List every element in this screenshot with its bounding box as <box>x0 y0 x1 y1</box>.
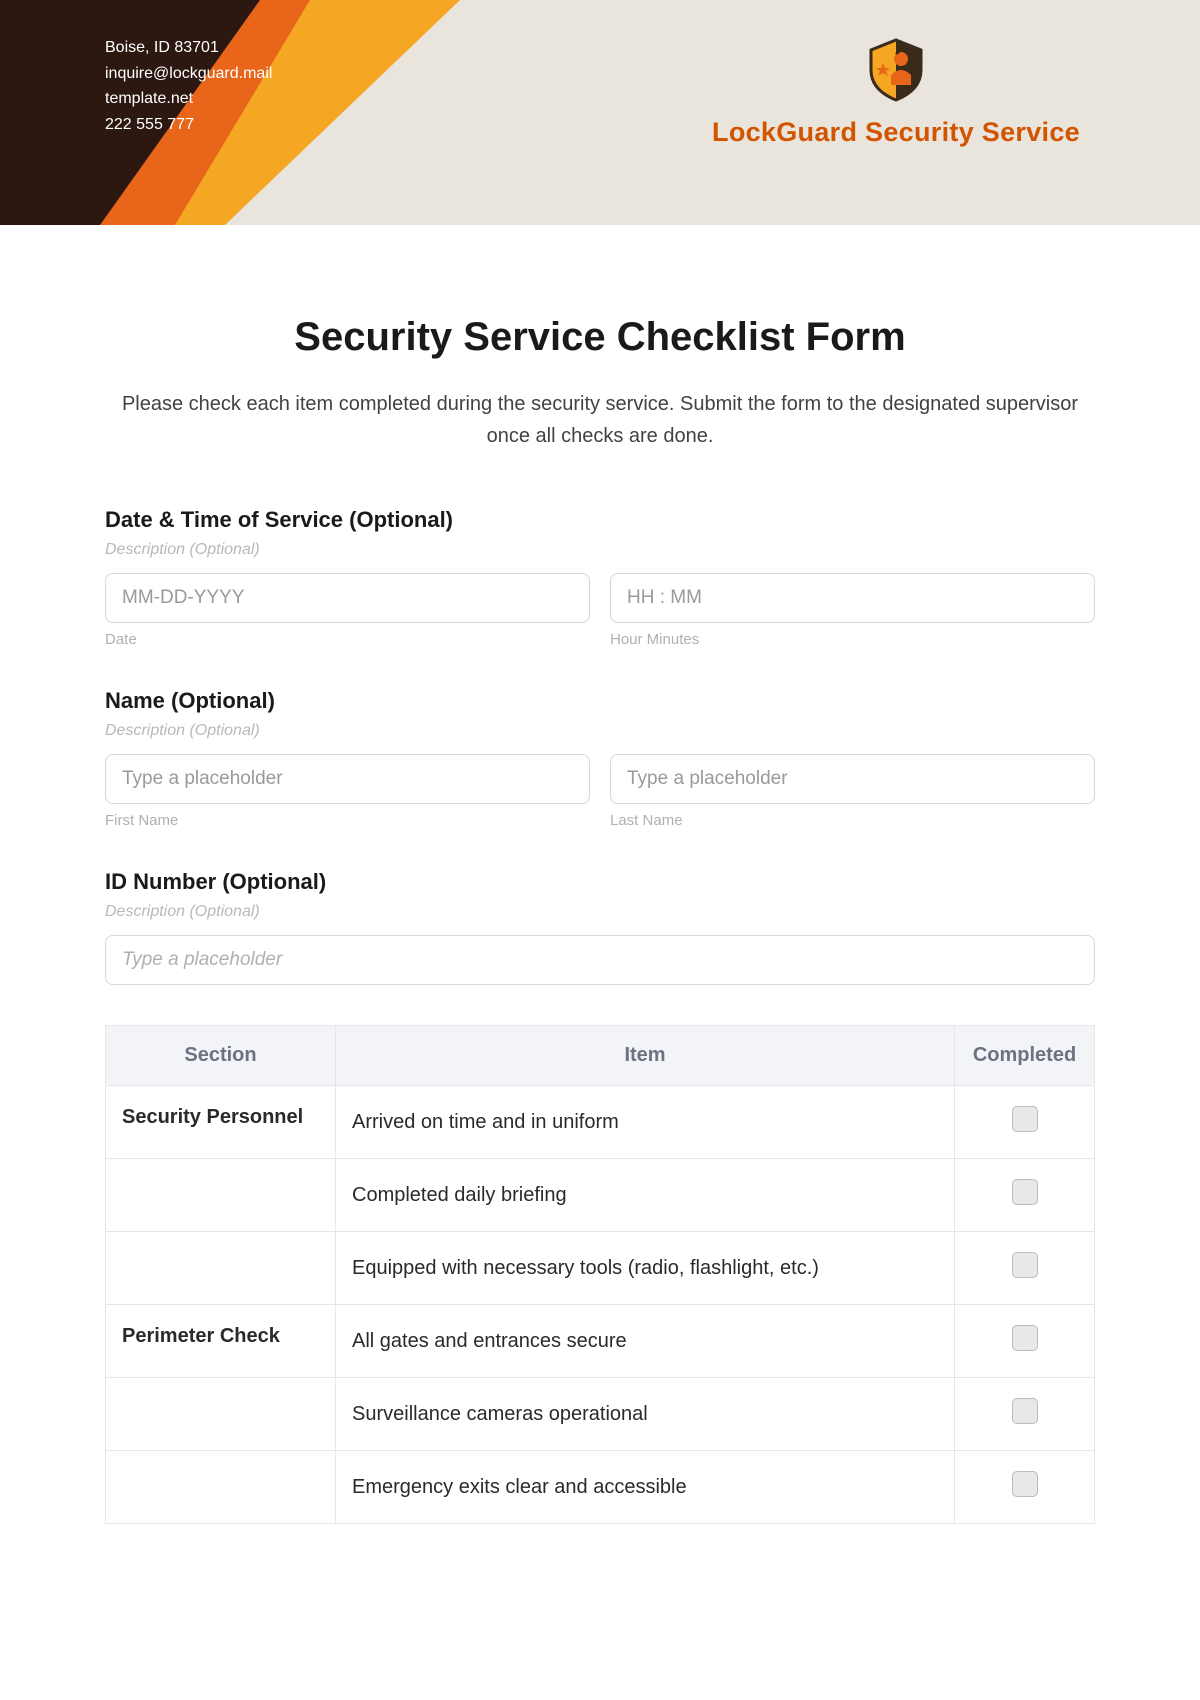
item-cell: Completed daily briefing <box>336 1159 955 1232</box>
item-cell: Arrived on time and in uniform <box>336 1086 955 1159</box>
contact-info: Boise, ID 83701 inquire@lockguard.mail t… <box>105 35 272 137</box>
idnum-group: ID Number (Optional) Description (Option… <box>105 869 1095 985</box>
first-name-sublabel: First Name <box>105 812 590 829</box>
last-name-sublabel: Last Name <box>610 812 1095 829</box>
section-cell <box>106 1232 336 1305</box>
contact-website: template.net <box>105 86 272 112</box>
form-title: Security Service Checklist Form <box>105 315 1095 360</box>
checkbox[interactable] <box>1012 1398 1038 1424</box>
first-name-input[interactable] <box>105 754 590 804</box>
table-row: Security Personnel Arrived on time and i… <box>106 1086 1095 1159</box>
brand-logo <box>712 35 1080 105</box>
date-sublabel: Date <box>105 631 590 648</box>
idnum-label: ID Number (Optional) <box>105 869 1095 895</box>
table-row: Emergency exits clear and accessible <box>106 1451 1095 1524</box>
name-desc: Description (Optional) <box>105 722 1095 740</box>
checklist-table: Section Item Completed Security Personne… <box>105 1025 1095 1524</box>
name-group: Name (Optional) Description (Optional) F… <box>105 688 1095 829</box>
item-cell: Emergency exits clear and accessible <box>336 1451 955 1524</box>
item-cell: Surveillance cameras operational <box>336 1378 955 1451</box>
time-input[interactable] <box>610 573 1095 623</box>
last-name-input[interactable] <box>610 754 1095 804</box>
datetime-group: Date & Time of Service (Optional) Descri… <box>105 507 1095 648</box>
contact-email: inquire@lockguard.mail <box>105 61 272 87</box>
page-content: Security Service Checklist Form Please c… <box>0 225 1200 1554</box>
checkbox[interactable] <box>1012 1325 1038 1351</box>
checkbox[interactable] <box>1012 1179 1038 1205</box>
datetime-label: Date & Time of Service (Optional) <box>105 507 1095 533</box>
shield-guard-icon <box>861 35 931 105</box>
time-sublabel: Hour Minutes <box>610 631 1095 648</box>
idnum-input[interactable] <box>105 935 1095 985</box>
date-input[interactable] <box>105 573 590 623</box>
table-row: Completed daily briefing <box>106 1159 1095 1232</box>
section-cell: Perimeter Check <box>106 1305 336 1378</box>
checkbox[interactable] <box>1012 1252 1038 1278</box>
header-band: Boise, ID 83701 inquire@lockguard.mail t… <box>0 0 1200 225</box>
section-cell <box>106 1378 336 1451</box>
contact-address: Boise, ID 83701 <box>105 35 272 61</box>
section-cell <box>106 1451 336 1524</box>
table-row: Surveillance cameras operational <box>106 1378 1095 1451</box>
datetime-desc: Description (Optional) <box>105 541 1095 559</box>
col-item: Item <box>336 1026 955 1086</box>
section-cell: Security Personnel <box>106 1086 336 1159</box>
item-cell: All gates and entrances secure <box>336 1305 955 1378</box>
table-row: Perimeter Check All gates and entrances … <box>106 1305 1095 1378</box>
idnum-desc: Description (Optional) <box>105 903 1095 921</box>
brand-name: LockGuard Security Service <box>712 117 1080 148</box>
brand-area: LockGuard Security Service <box>712 35 1080 148</box>
contact-phone: 222 555 777 <box>105 112 272 138</box>
form-subtitle: Please check each item completed during … <box>105 388 1095 452</box>
checkbox[interactable] <box>1012 1106 1038 1132</box>
name-label: Name (Optional) <box>105 688 1095 714</box>
item-cell: Equipped with necessary tools (radio, fl… <box>336 1232 955 1305</box>
table-row: Equipped with necessary tools (radio, fl… <box>106 1232 1095 1305</box>
col-completed: Completed <box>955 1026 1095 1086</box>
col-section: Section <box>106 1026 336 1086</box>
checkbox[interactable] <box>1012 1471 1038 1497</box>
section-cell <box>106 1159 336 1232</box>
